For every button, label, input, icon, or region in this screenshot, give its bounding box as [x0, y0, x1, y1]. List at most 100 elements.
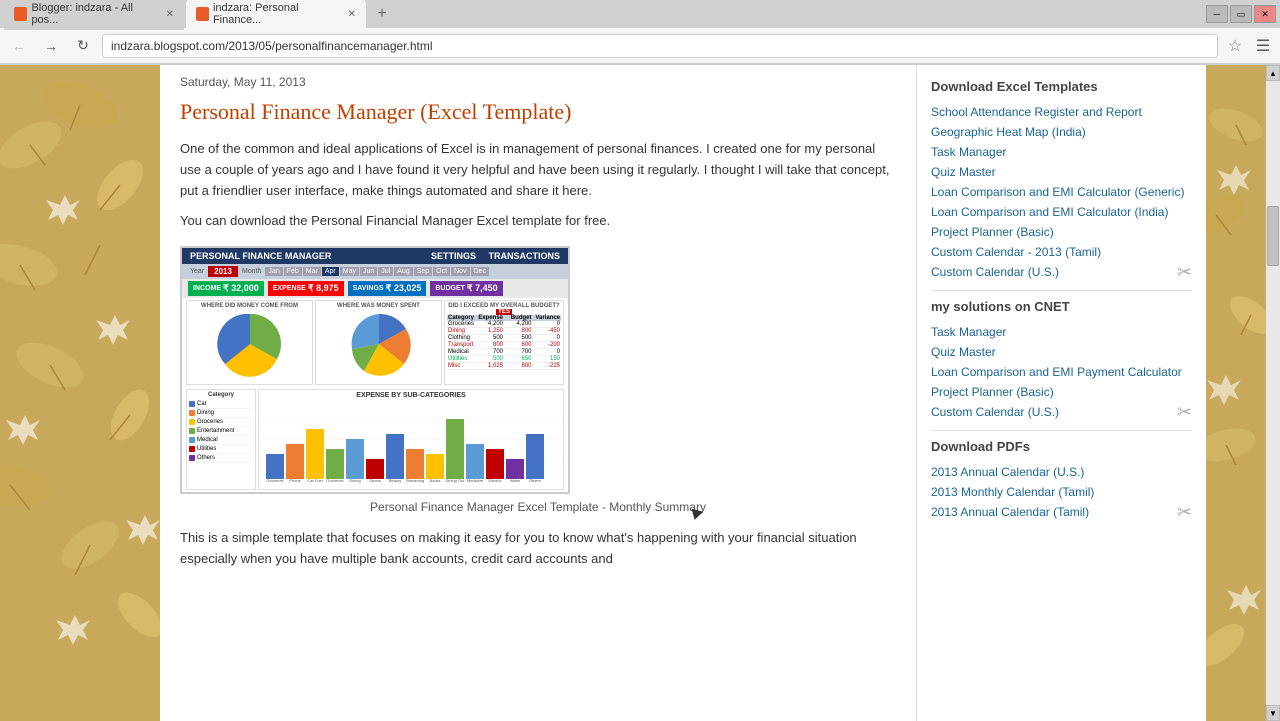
browser-scrollbar[interactable]: ▲ ▼	[1266, 65, 1280, 721]
cnet-link-quiz-master[interactable]: Quiz Master	[931, 342, 1192, 362]
body-paragraph-1: One of the common and ideal applications…	[180, 139, 896, 201]
menu-button[interactable]: ☰	[1252, 36, 1274, 56]
excel-header: PERSONAL FINANCE MANAGER SETTINGS TRANSA…	[182, 248, 568, 264]
svg-text:Sports: Sports	[369, 478, 381, 483]
scroll-down-arrow[interactable]: ▼	[1266, 705, 1280, 721]
nav-bar: ← → ↻ ☆ ☰	[0, 28, 1280, 64]
svg-text:Electric: Electric	[488, 478, 501, 483]
sidebar-link-project-planner[interactable]: Project Planner (Basic)	[931, 222, 1192, 242]
cnet-section: my solutions on CNET Task Manager Quiz M…	[931, 299, 1192, 422]
cnet-link-custom-calendar-us[interactable]: Custom Calendar (U.S.)	[931, 402, 1192, 422]
pdf-link-annual-us[interactable]: 2013 Annual Calendar (U.S.)	[931, 462, 1192, 482]
bottom-charts-row: Category Car Dining Grocer	[182, 387, 568, 492]
sidebar-link-task-manager[interactable]: Task Manager	[931, 142, 1192, 162]
expense-kpi: EXPENSE ₹ 8,975	[268, 281, 344, 296]
month-nov[interactable]: Nov	[451, 267, 469, 276]
budget-kpi: BUDGET ₹ 7,450	[430, 281, 502, 296]
svg-text:Dining Out: Dining Out	[446, 478, 466, 483]
sidebar-link-custom-calendar-us[interactable]: Custom Calendar (U.S.)	[931, 262, 1192, 282]
tab-blogger-close[interactable]: ✕	[166, 9, 174, 20]
charts-row: WHERE DID MONEY COME FROM WHERE	[182, 298, 568, 387]
left-decoration	[0, 65, 160, 721]
bar-chart-svg: Groceries Phone Car Fuel Groceries Dinin…	[261, 399, 561, 484]
body-paragraph-3: This is a simple template that focuses o…	[180, 528, 896, 570]
divider-2	[931, 430, 1192, 431]
scissors-icon-3[interactable]: ✂	[1177, 502, 1192, 523]
scissors-icon-1[interactable]: ✂	[1177, 262, 1192, 283]
restore-button[interactable]: ▭	[1230, 5, 1252, 23]
cnet-link-loan-emi[interactable]: Loan Comparison and EMI Payment Calculat…	[931, 362, 1192, 382]
reload-button[interactable]: ↻	[70, 33, 96, 59]
income-chart-panel: WHERE DID MONEY COME FROM	[186, 300, 313, 385]
svg-text:Groceries: Groceries	[266, 478, 283, 483]
sidebar-link-loan-generic[interactable]: Loan Comparison and EMI Calculator (Gene…	[931, 182, 1192, 202]
settings-link: SETTINGS	[431, 251, 476, 261]
month-feb[interactable]: Feb	[284, 267, 302, 276]
month-jun[interactable]: Jun	[360, 267, 377, 276]
body-paragraph-2: You can download the Personal Financial …	[180, 211, 896, 232]
budget-table-panel: DID I EXCEED MY OVERALL BUDGET? YES Cate…	[444, 300, 564, 385]
month-oct[interactable]: Oct	[433, 267, 450, 276]
address-bar[interactable]	[102, 34, 1218, 58]
svg-text:Beauty: Beauty	[389, 478, 401, 483]
svg-text:Others: Others	[529, 478, 541, 483]
scroll-thumb[interactable]	[1267, 206, 1279, 266]
svg-text:Car Fuel: Car Fuel	[307, 478, 322, 483]
tab-indzara[interactable]: indzara: Personal Finance... ✕	[186, 0, 366, 30]
minimize-button[interactable]: ─	[1206, 5, 1228, 23]
pdf-link-monthly-tamil[interactable]: 2013 Monthly Calendar (Tamil)	[931, 482, 1192, 502]
month-jul[interactable]: Jul	[378, 267, 393, 276]
title-bar: Blogger: indzara - All pos... ✕ indzara:…	[0, 0, 1280, 28]
pdf-section: Download PDFs 2013 Annual Calendar (U.S.…	[931, 439, 1192, 522]
excel-controls: Year 2013 Month Jan Feb Mar Apr May Jun …	[182, 264, 568, 279]
download-section: Download Excel Templates School Attendan…	[931, 79, 1192, 282]
bar-chart-container: EXPENSE BY SUB-CATEGORIES	[258, 389, 564, 490]
svg-text:Groceries: Groceries	[326, 478, 343, 483]
post-date: Saturday, May 11, 2013	[180, 75, 896, 89]
pdf-link-annual-tamil[interactable]: 2013 Annual Calendar (Tamil)	[931, 502, 1192, 522]
tab-blogger-label: Blogger: indzara - All pos...	[31, 2, 157, 26]
sidebar-link-quiz-master[interactable]: Quiz Master	[931, 162, 1192, 182]
categories-panel: Category Car Dining Grocer	[186, 389, 256, 490]
month-apr[interactable]: Apr	[322, 267, 339, 276]
month-sep[interactable]: Sep	[414, 267, 432, 276]
svg-text:Books: Books	[429, 478, 440, 483]
post-title: Personal Finance Manager (Excel Template…	[180, 99, 896, 125]
month-may[interactable]: May	[340, 267, 359, 276]
expense-pie-chart	[344, 309, 414, 379]
month-dec[interactable]: Dec	[471, 267, 489, 276]
excel-header-actions: SETTINGS TRANSACTIONS	[431, 251, 560, 261]
month-mar[interactable]: Mar	[303, 267, 321, 276]
excel-image-container: PERSONAL FINANCE MANAGER SETTINGS TRANSA…	[180, 246, 896, 514]
forward-button[interactable]: →	[38, 33, 64, 59]
sidebar-link-loan-india[interactable]: Loan Comparison and EMI Calculator (Indi…	[931, 202, 1192, 222]
left-leaves-decoration	[0, 65, 160, 721]
cnet-section-title: my solutions on CNET	[931, 299, 1192, 314]
right-decoration	[1206, 65, 1266, 721]
month-selector: Jan Feb Mar Apr May Jun Jul Aug Sep Oct …	[265, 267, 489, 276]
scroll-up-arrow[interactable]: ▲	[1266, 65, 1280, 81]
scroll-track[interactable]	[1266, 81, 1280, 705]
tab-indzara-close[interactable]: ✕	[348, 9, 356, 20]
sidebar-link-geographic-heat-map[interactable]: Geographic Heat Map (India)	[931, 122, 1192, 142]
scissors-icon-2[interactable]: ✂	[1177, 402, 1192, 423]
close-button[interactable]: ✕	[1254, 5, 1276, 23]
blogger-favicon	[14, 7, 27, 21]
indzara-favicon	[196, 7, 209, 21]
pdf-section-title: Download PDFs	[931, 439, 1192, 454]
cnet-link-task-manager[interactable]: Task Manager	[931, 322, 1192, 342]
new-tab-button[interactable]: +	[368, 3, 396, 25]
month-jan[interactable]: Jan	[265, 267, 282, 276]
back-button[interactable]: ←	[6, 33, 32, 59]
right-sidebar: Download Excel Templates School Attendan…	[916, 65, 1206, 721]
sidebar-link-school-attendance[interactable]: School Attendance Register and Report	[931, 102, 1192, 122]
expense-chart-panel: WHERE WAS MONEY SPENT	[315, 300, 442, 385]
bookmark-star[interactable]: ☆	[1224, 36, 1246, 56]
income-kpi: INCOME ₹ 32,000	[188, 281, 264, 296]
cnet-link-project-planner[interactable]: Project Planner (Basic)	[931, 382, 1192, 402]
image-caption: Personal Finance Manager Excel Template …	[180, 500, 896, 514]
tab-blogger[interactable]: Blogger: indzara - All pos... ✕	[4, 0, 184, 30]
month-aug[interactable]: Aug	[394, 267, 412, 276]
excel-screenshot: PERSONAL FINANCE MANAGER SETTINGS TRANSA…	[180, 246, 570, 494]
sidebar-link-custom-calendar-tamil[interactable]: Custom Calendar - 2013 (Tamil)	[931, 242, 1192, 262]
